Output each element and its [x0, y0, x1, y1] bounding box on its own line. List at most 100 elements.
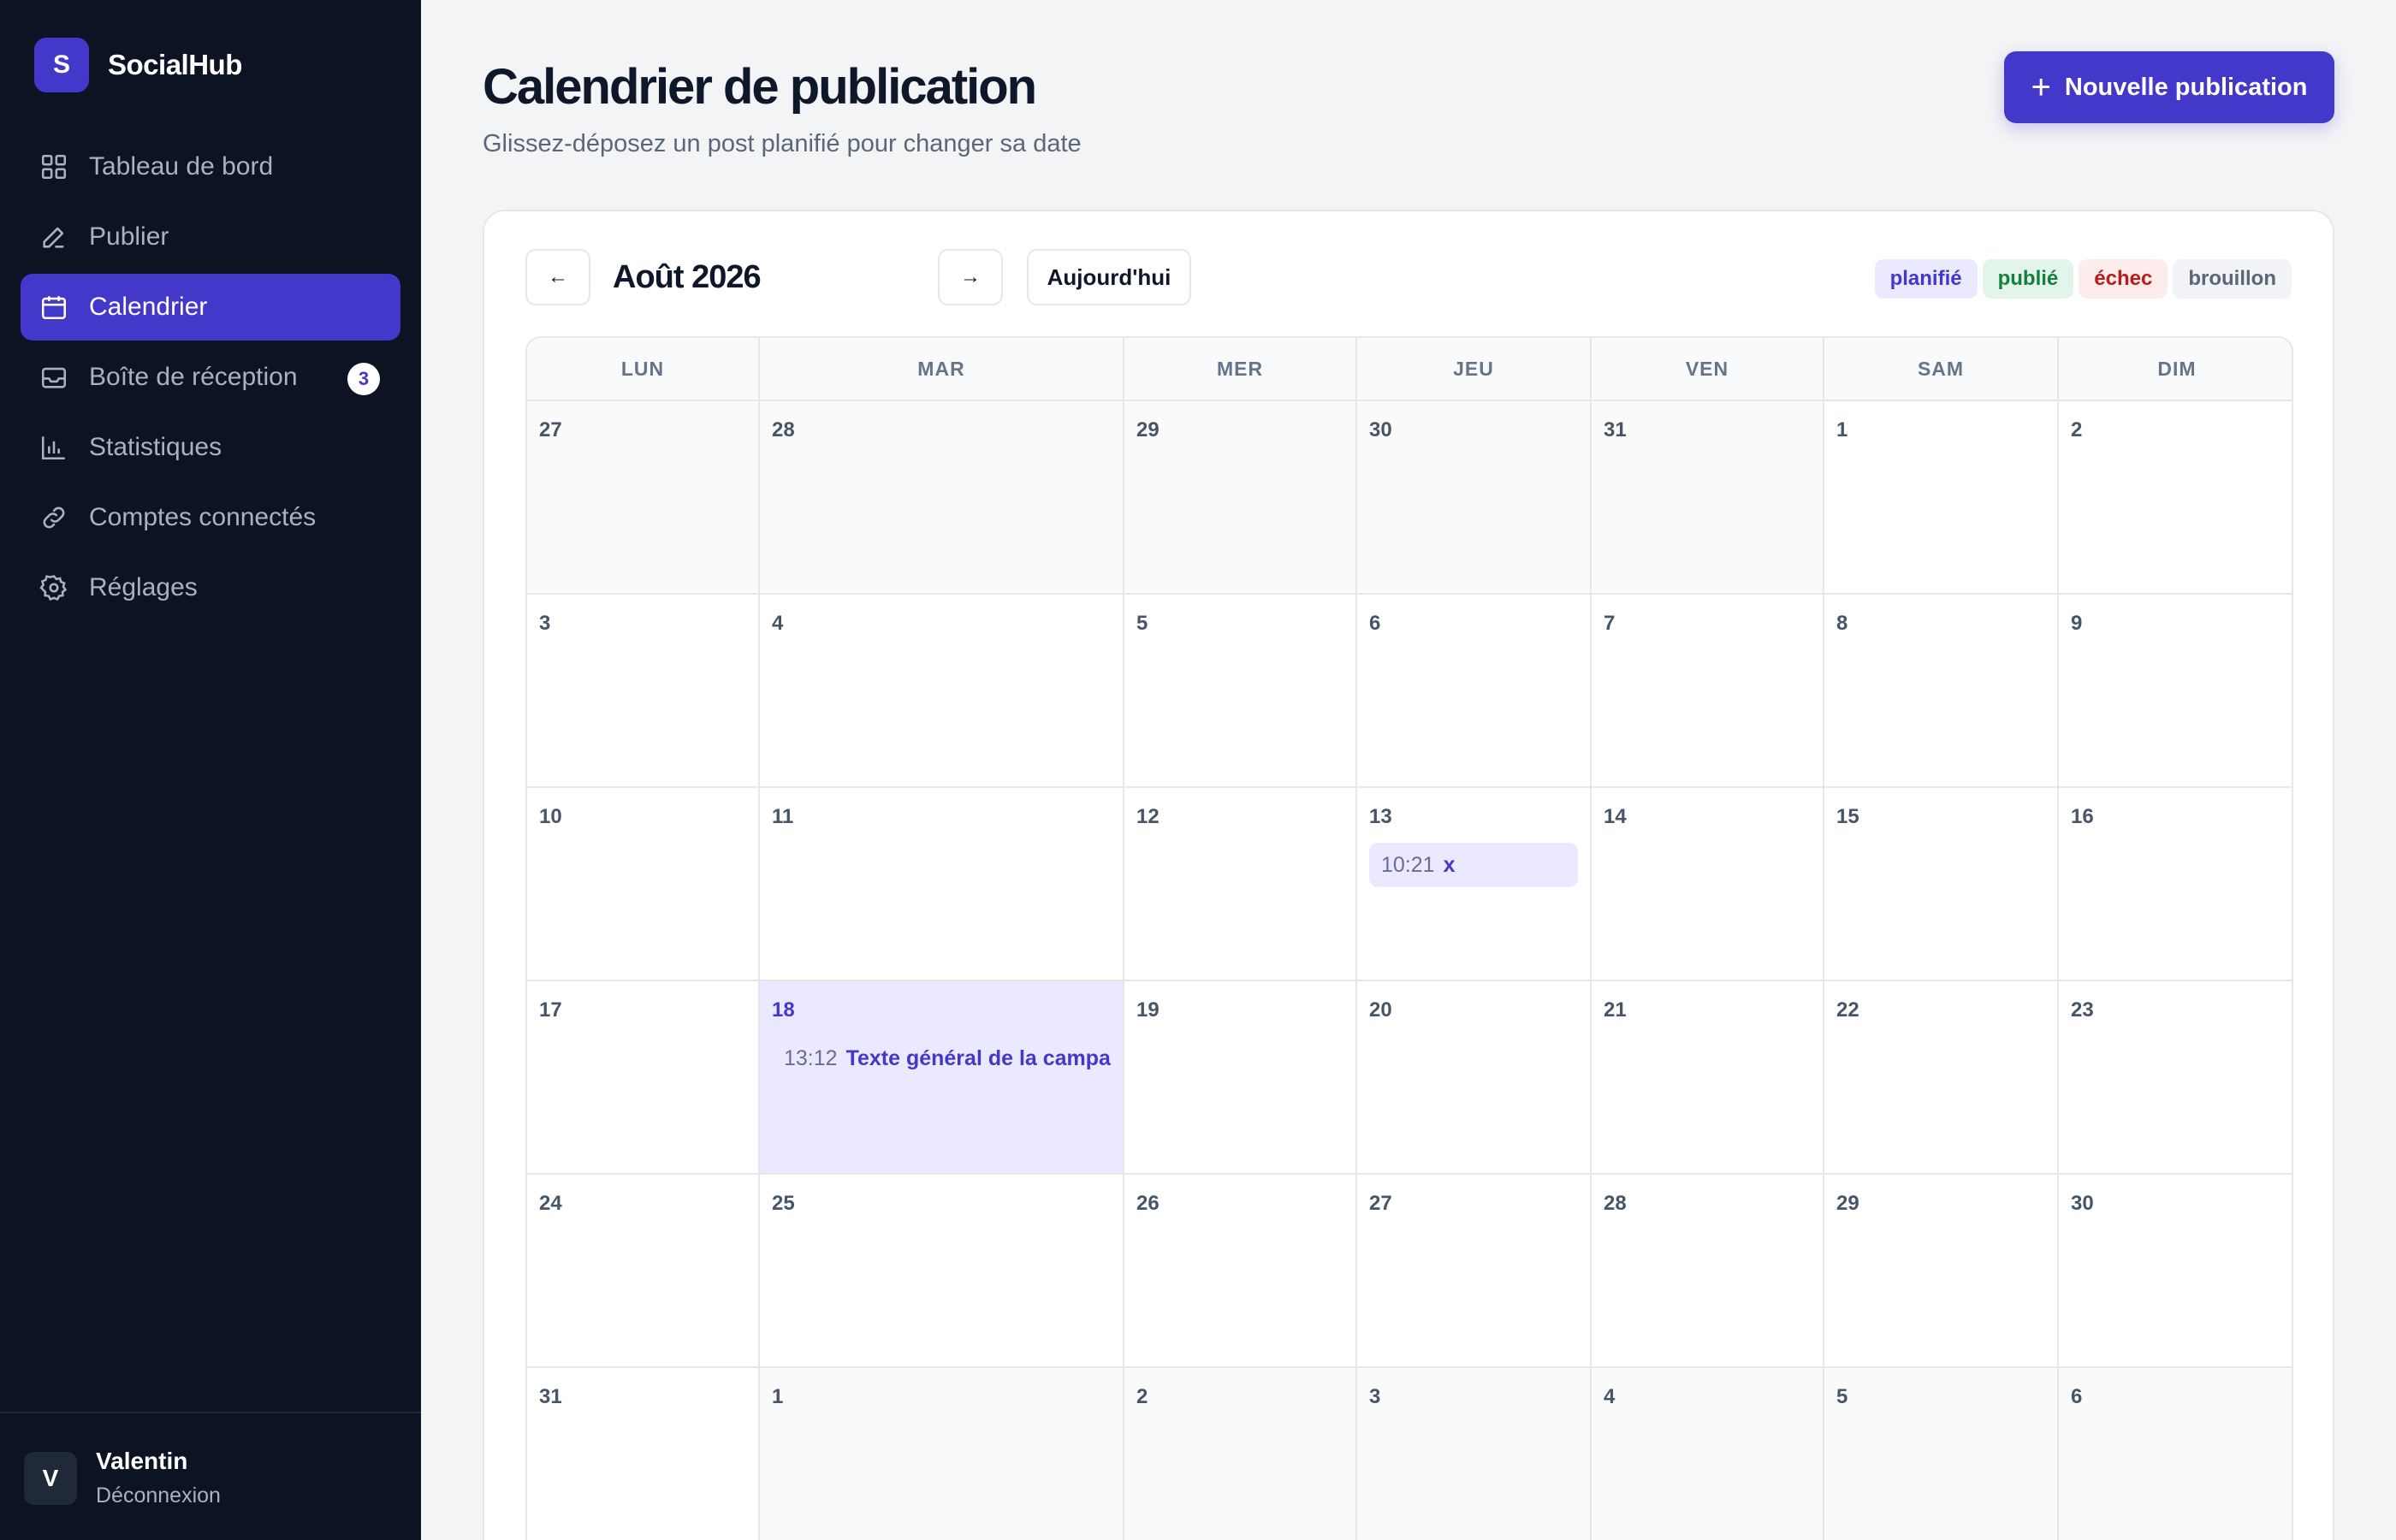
sidebar-item-stats[interactable]: Statistiques	[21, 414, 400, 481]
weekday-header: LUN	[527, 338, 760, 401]
calendar-day[interactable]: 10	[527, 788, 760, 981]
calendar-day[interactable]: 1	[1824, 401, 2059, 595]
day-number: 4	[1604, 1385, 1616, 1408]
sidebar-item-label: Calendrier	[89, 293, 208, 321]
calendar-day[interactable]: 31	[1592, 401, 1824, 595]
brand[interactable]: S SocialHub	[34, 38, 242, 92]
calendar-day[interactable]: 30	[2059, 1175, 2292, 1368]
calendar-day[interactable]: 8	[1824, 595, 2059, 788]
day-number: 28	[772, 418, 795, 441]
calendar-day[interactable]: 29	[1824, 1175, 2059, 1368]
day-number: 22	[1836, 998, 1859, 1022]
sidebar-item-label: Publier	[89, 222, 169, 251]
sidebar-item-calendar[interactable]: Calendrier	[21, 274, 400, 341]
calendar-day[interactable]: 9	[2059, 595, 2292, 788]
post-title: x	[1443, 852, 1456, 877]
legend-failed: échec	[2079, 259, 2168, 299]
main-content: Calendrier de publication Glissez-dépose…	[421, 0, 2396, 1540]
weekday-header: DIM	[2059, 338, 2292, 401]
calendar-day[interactable]: 3	[527, 595, 760, 788]
next-month-button[interactable]: →	[938, 249, 1003, 305]
prev-month-button[interactable]: ←	[525, 249, 590, 305]
inbox-icon	[38, 361, 70, 394]
day-number: 19	[1136, 998, 1159, 1022]
sidebar: S SocialHub Tableau de bord Publier Cale…	[0, 0, 421, 1540]
sidebar-item-settings[interactable]: Réglages	[21, 554, 400, 621]
post-time: 10:21	[1381, 852, 1435, 877]
day-number: 1	[772, 1385, 784, 1408]
sidebar-item-inbox[interactable]: Boîte de réception 3	[21, 344, 400, 411]
day-number: 5	[1136, 612, 1148, 635]
calendar-day[interactable]: 4	[1592, 1368, 1824, 1540]
day-number: 31	[1604, 418, 1627, 441]
plus-icon: +	[2031, 68, 2051, 106]
calendar-day[interactable]: 19	[1124, 981, 1357, 1175]
calendar-day[interactable]: 14	[1592, 788, 1824, 981]
scheduled-post[interactable]: 10:21 x	[1369, 843, 1578, 887]
calendar-day[interactable]: 5	[1124, 595, 1357, 788]
user-name: Valentin	[96, 1448, 188, 1474]
day-number: 16	[2071, 805, 2094, 828]
new-publication-button[interactable]: + Nouvelle publication	[2004, 51, 2334, 123]
day-number: 21	[1604, 998, 1627, 1022]
sidebar-item-accounts[interactable]: Comptes connectés	[21, 484, 400, 551]
today-button[interactable]: Aujourd'hui	[1027, 249, 1191, 305]
calendar-day[interactable]: 2	[1124, 1368, 1357, 1540]
calendar-day[interactable]: 26	[1124, 1175, 1357, 1368]
calendar-day[interactable]: 6	[2059, 1368, 2292, 1540]
calendar-day[interactable]: 3	[1357, 1368, 1592, 1540]
calendar-day-today[interactable]: 18 13:12 Texte général de la campag	[760, 981, 1124, 1175]
arrow-right-icon: →	[960, 265, 981, 288]
day-number: 6	[2071, 1385, 2083, 1408]
calendar-day[interactable]: 17	[527, 981, 760, 1175]
logout-link[interactable]: Déconnexion	[96, 1484, 221, 1508]
post-title: Texte général de la campag	[845, 1045, 1111, 1070]
sidebar-item-label: Comptes connectés	[89, 503, 317, 531]
calendar-day[interactable]: 29	[1124, 401, 1357, 595]
calendar-day[interactable]: 27	[527, 401, 760, 595]
day-number: 26	[1136, 1192, 1159, 1215]
sidebar-item-publish[interactable]: Publier	[21, 204, 400, 270]
day-number: 28	[1604, 1192, 1627, 1215]
calendar-day[interactable]: 22	[1824, 981, 2059, 1175]
calendar-day[interactable]: 30	[1357, 401, 1592, 595]
calendar-day[interactable]: 20	[1357, 981, 1592, 1175]
legend-planned: planifié	[1874, 259, 1978, 299]
calendar-day[interactable]: 11	[760, 788, 1124, 981]
calendar-day[interactable]: 12	[1124, 788, 1357, 981]
sidebar-item-dashboard[interactable]: Tableau de bord	[21, 133, 400, 200]
inbox-count-badge: 3	[347, 363, 380, 395]
day-number: 29	[1136, 418, 1159, 441]
day-number: 1	[1836, 418, 1848, 441]
calendar-card: ← Août 2026 → Aujourd'hui planifié publi…	[483, 210, 2334, 1540]
page-subtitle: Glissez-déposez un post planifié pour ch…	[483, 130, 1082, 157]
calendar-day[interactable]: 2	[2059, 401, 2292, 595]
scheduled-post[interactable]: 13:12 Texte général de la campag	[772, 1036, 1111, 1081]
calendar-day[interactable]: 27	[1357, 1175, 1592, 1368]
grid-icon	[38, 151, 70, 183]
calendar-day[interactable]: 16	[2059, 788, 2292, 981]
calendar-day[interactable]: 28	[1592, 1175, 1824, 1368]
calendar-day[interactable]: 5	[1824, 1368, 2059, 1540]
calendar-day[interactable]: 4	[760, 595, 1124, 788]
calendar-day[interactable]: 1	[760, 1368, 1124, 1540]
brand-name: SocialHub	[108, 49, 242, 80]
calendar-day[interactable]: 28	[760, 401, 1124, 595]
calendar-day[interactable]: 15	[1824, 788, 2059, 981]
calendar-day[interactable]: 13 10:21 x	[1357, 788, 1592, 981]
calendar-day[interactable]: 21	[1592, 981, 1824, 1175]
user-profile: V Valentin Déconnexion	[24, 1448, 221, 1508]
calendar-day[interactable]: 6	[1357, 595, 1592, 788]
day-number: 15	[1836, 805, 1859, 828]
day-number: 10	[539, 805, 562, 828]
calendar-day[interactable]: 24	[527, 1175, 760, 1368]
calendar-day[interactable]: 23	[2059, 981, 2292, 1175]
sidebar-item-label: Boîte de réception	[89, 363, 298, 391]
day-number: 7	[1604, 612, 1616, 635]
day-number: 11	[772, 805, 794, 828]
calendar-day[interactable]: 31	[527, 1368, 760, 1540]
day-number: 6	[1369, 612, 1381, 635]
calendar-day[interactable]: 7	[1592, 595, 1824, 788]
current-month-label: Août 2026	[613, 259, 762, 295]
calendar-day[interactable]: 25	[760, 1175, 1124, 1368]
